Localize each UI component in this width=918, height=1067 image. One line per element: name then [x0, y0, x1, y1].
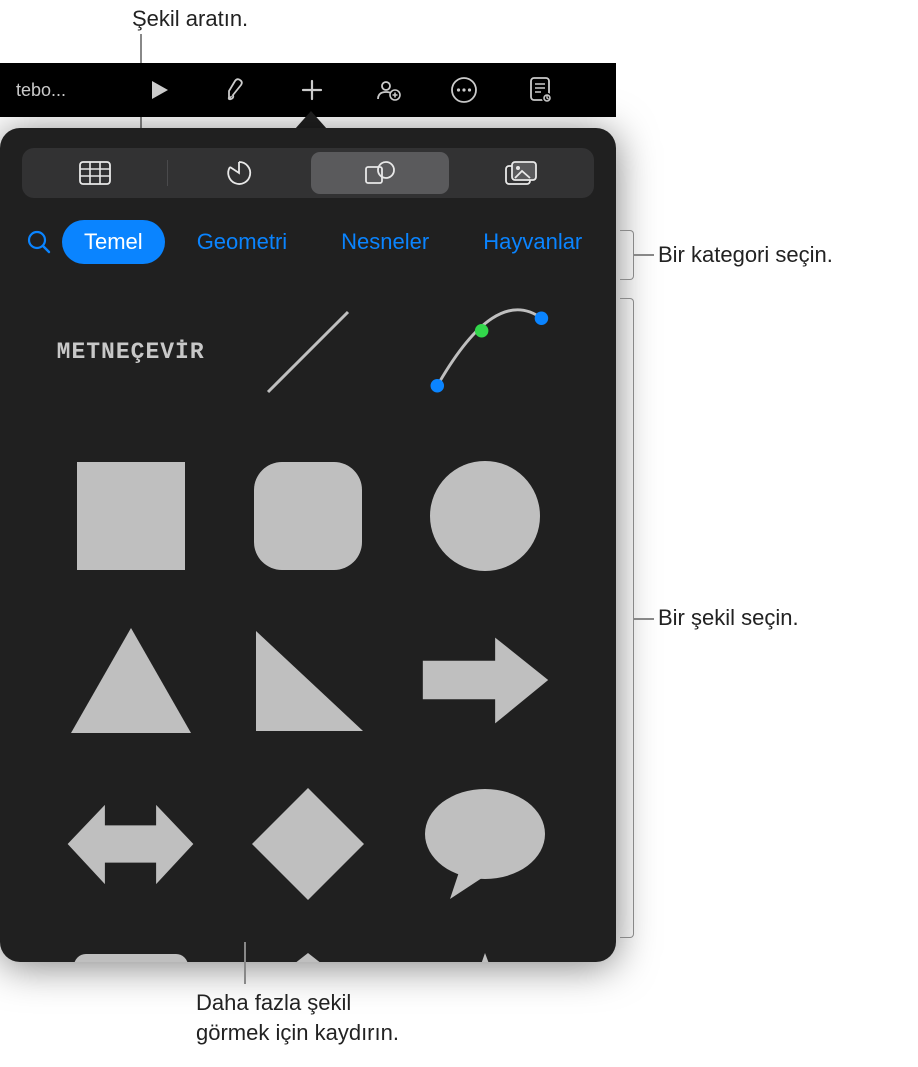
curve-pen-shape[interactable]: [418, 292, 553, 412]
star-shape[interactable]: [418, 948, 553, 962]
popover-arrow: [295, 111, 327, 129]
insert-type-segmented: [22, 148, 594, 198]
tab-media[interactable]: [451, 152, 590, 194]
text-shape[interactable]: METNEÇEVİR: [63, 292, 198, 412]
callout-line: [634, 254, 654, 256]
tab-shapes[interactable]: [311, 152, 450, 194]
text-shape-label: METNEÇEVİR: [57, 339, 205, 365]
speech-bubble-shape[interactable]: [418, 784, 553, 904]
format-brush-icon[interactable]: [222, 76, 250, 104]
shape-category-row: Temel Geometri Nesneler Hayvanlar: [22, 220, 594, 264]
callout-pick-shape: Bir şekil seçin.: [658, 605, 799, 631]
callout-category: Bir kategori seçin.: [658, 242, 833, 268]
collaborate-icon[interactable]: [374, 76, 402, 104]
callout-scroll-l1: Daha fazla şekil: [196, 988, 399, 1018]
double-arrow-shape[interactable]: [63, 784, 198, 904]
shape-grid[interactable]: METNEÇEVİR: [22, 292, 594, 962]
pentagon-shape[interactable]: [240, 948, 375, 962]
presenter-notes-icon[interactable]: [526, 76, 554, 104]
line-shape[interactable]: [240, 292, 375, 412]
bracket-category: [620, 230, 634, 280]
callout-search: Şekil aratın.: [132, 6, 248, 32]
callout-scroll-l2: görmek için kaydırın.: [196, 1018, 399, 1048]
arrow-right-shape[interactable]: [418, 620, 553, 740]
category-geometry[interactable]: Geometri: [175, 220, 309, 264]
tab-tables[interactable]: [26, 152, 165, 194]
right-triangle-shape[interactable]: [240, 620, 375, 740]
insert-popover: Temel Geometri Nesneler Hayvanlar METNEÇ…: [0, 128, 616, 962]
circle-shape[interactable]: [418, 456, 553, 576]
bracket-shapes: [620, 298, 634, 938]
category-objects[interactable]: Nesneler: [319, 220, 451, 264]
rounded-square-shape[interactable]: [240, 456, 375, 576]
callout-scroll: Daha fazla şekil görmek için kaydırın.: [196, 988, 399, 1047]
category-animals[interactable]: Hayvanlar: [461, 220, 604, 264]
square-shape[interactable]: [63, 456, 198, 576]
diamond-shape[interactable]: [240, 784, 375, 904]
segment-divider: [167, 160, 168, 186]
callout-line: [634, 618, 654, 620]
callout-rect-shape[interactable]: [63, 948, 198, 962]
add-icon[interactable]: [298, 76, 326, 104]
category-basic[interactable]: Temel: [62, 220, 165, 264]
triangle-shape[interactable]: [63, 620, 198, 740]
app-toolbar: tebo...: [0, 63, 616, 117]
search-shapes-button[interactable]: [26, 225, 52, 259]
tab-charts[interactable]: [170, 152, 309, 194]
document-title: tebo...: [10, 80, 78, 101]
more-icon[interactable]: [450, 76, 478, 104]
play-icon[interactable]: [146, 76, 174, 104]
callout-line: [244, 942, 246, 984]
